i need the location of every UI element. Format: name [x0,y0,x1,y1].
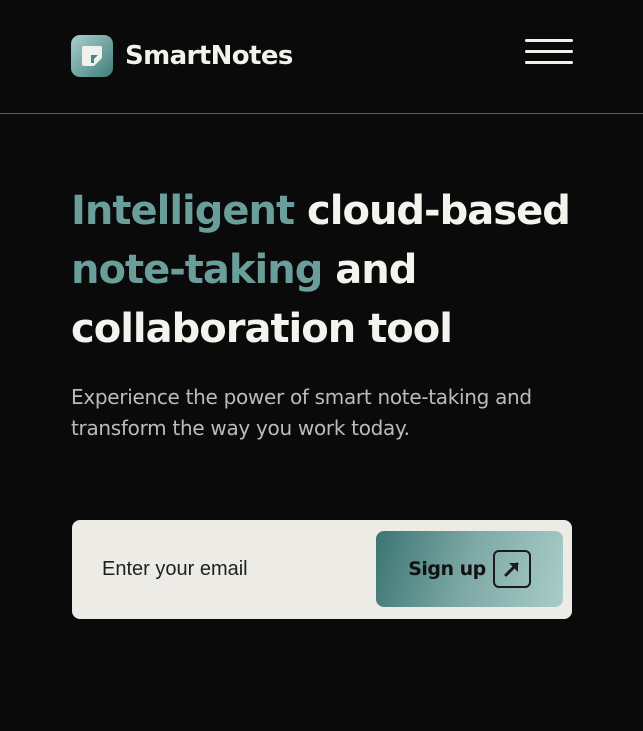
hero-subtitle: Experience the power of smart note-takin… [71,385,532,440]
hero-title-accent-2: note-taking [71,247,323,293]
note-logo-icon [71,35,113,77]
arrow-up-right-icon [492,550,531,588]
email-field[interactable] [90,544,370,594]
hero-title: Intelligent cloud-based note-taking and … [71,182,611,359]
brand-name: SmartNotes [125,41,293,71]
brand-logo[interactable]: SmartNotes [71,35,293,77]
hero-title-accent-1: Intelligent [71,188,295,234]
hero-title-part-3: collaboration tool [71,306,453,352]
hero-title-part-1: cloud-based [294,188,571,234]
hamburger-menu-icon[interactable] [524,38,574,68]
signup-button[interactable]: Sign up [376,531,563,607]
signup-form: Sign up [72,520,572,619]
site-header: SmartNotes [0,0,643,114]
hero-title-part-2: and [322,247,417,293]
signup-button-label: Sign up [408,558,486,580]
